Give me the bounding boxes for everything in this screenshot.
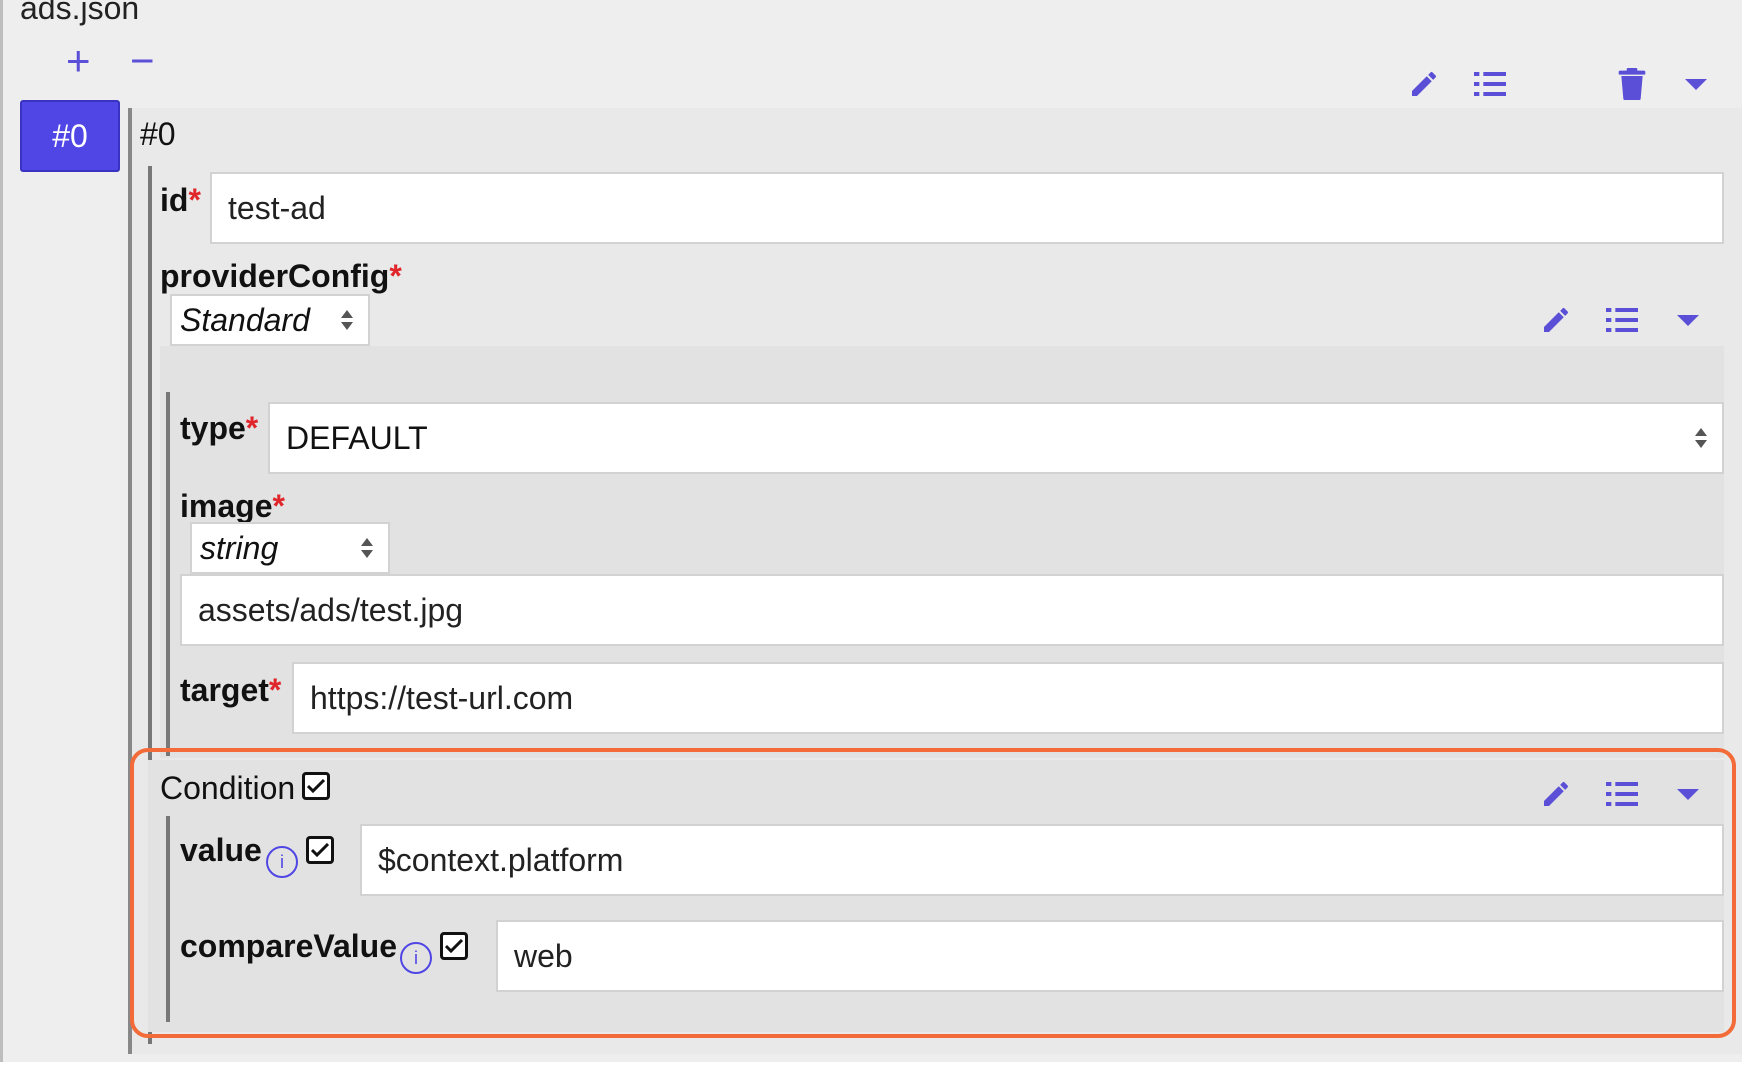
- required-marker: *: [389, 258, 402, 294]
- list-icon[interactable]: [1602, 774, 1642, 814]
- id-label-text: id: [160, 182, 189, 218]
- info-icon[interactable]: i: [400, 942, 432, 974]
- required-marker: *: [272, 488, 285, 524]
- remove-item-button[interactable]: −: [130, 40, 155, 82]
- target-label: target*: [180, 672, 281, 709]
- providerconfig-label-text: providerConfig: [160, 258, 390, 294]
- updown-arrows-icon: [361, 538, 373, 558]
- json-editor: ads.json + − #0 #0 id* providerConfig* S…: [0, 0, 1742, 1082]
- pencil-icon[interactable]: [1536, 774, 1576, 814]
- item-title: #0: [140, 116, 176, 152]
- comparevalue-label: compareValue: [180, 928, 397, 964]
- image-input[interactable]: [180, 574, 1724, 646]
- image-label-text: image: [180, 488, 273, 524]
- required-marker: *: [268, 672, 282, 708]
- checkmark-icon: [445, 939, 463, 953]
- providerconfig-label: providerConfig*: [160, 258, 402, 295]
- list-icon[interactable]: [1602, 300, 1642, 340]
- image-type-select[interactable]: string: [190, 522, 390, 574]
- updown-arrows-icon: [341, 310, 353, 330]
- value-input[interactable]: [360, 824, 1724, 896]
- value-label: value: [180, 832, 262, 868]
- target-input[interactable]: [292, 662, 1724, 734]
- image-label: image*: [180, 488, 285, 525]
- providerconfig-selected-value: Standard: [180, 301, 310, 338]
- caret-down-icon[interactable]: [1668, 774, 1708, 814]
- type-label: type*: [180, 410, 258, 447]
- id-input[interactable]: [210, 172, 1724, 244]
- type-label-text: type: [180, 410, 246, 446]
- id-label: id*: [160, 182, 201, 219]
- required-marker: *: [188, 182, 201, 218]
- comparevalue-input[interactable]: [496, 920, 1724, 992]
- trash-icon[interactable]: [1612, 64, 1652, 104]
- checkmark-icon: [311, 843, 329, 857]
- comparevalue-checkbox[interactable]: [440, 932, 468, 960]
- image-type-selected-value: string: [200, 529, 279, 566]
- providerconfig-select[interactable]: Standard: [170, 294, 370, 346]
- condition-rule: [166, 816, 170, 1022]
- target-label-text: target: [180, 672, 269, 708]
- checkmark-icon: [307, 779, 325, 793]
- pencil-icon[interactable]: [1536, 300, 1576, 340]
- required-marker: *: [245, 410, 259, 446]
- condition-label: Condition: [160, 770, 296, 806]
- info-icon[interactable]: i: [266, 846, 298, 878]
- caret-down-icon[interactable]: [1676, 64, 1716, 104]
- caret-down-icon[interactable]: [1668, 300, 1708, 340]
- pencil-icon[interactable]: [1404, 64, 1444, 104]
- type-selected-value: DEFAULT: [286, 419, 428, 456]
- add-item-button[interactable]: +: [66, 40, 91, 82]
- providerconfig-rule: [166, 392, 170, 756]
- file-title: ads.json: [20, 0, 140, 26]
- list-icon[interactable]: [1470, 64, 1510, 104]
- updown-arrows-icon: [1695, 428, 1707, 448]
- condition-checkbox[interactable]: [302, 772, 330, 800]
- value-checkbox[interactable]: [306, 836, 334, 864]
- type-select[interactable]: DEFAULT: [268, 402, 1724, 474]
- tab-item-0[interactable]: #0: [20, 100, 120, 172]
